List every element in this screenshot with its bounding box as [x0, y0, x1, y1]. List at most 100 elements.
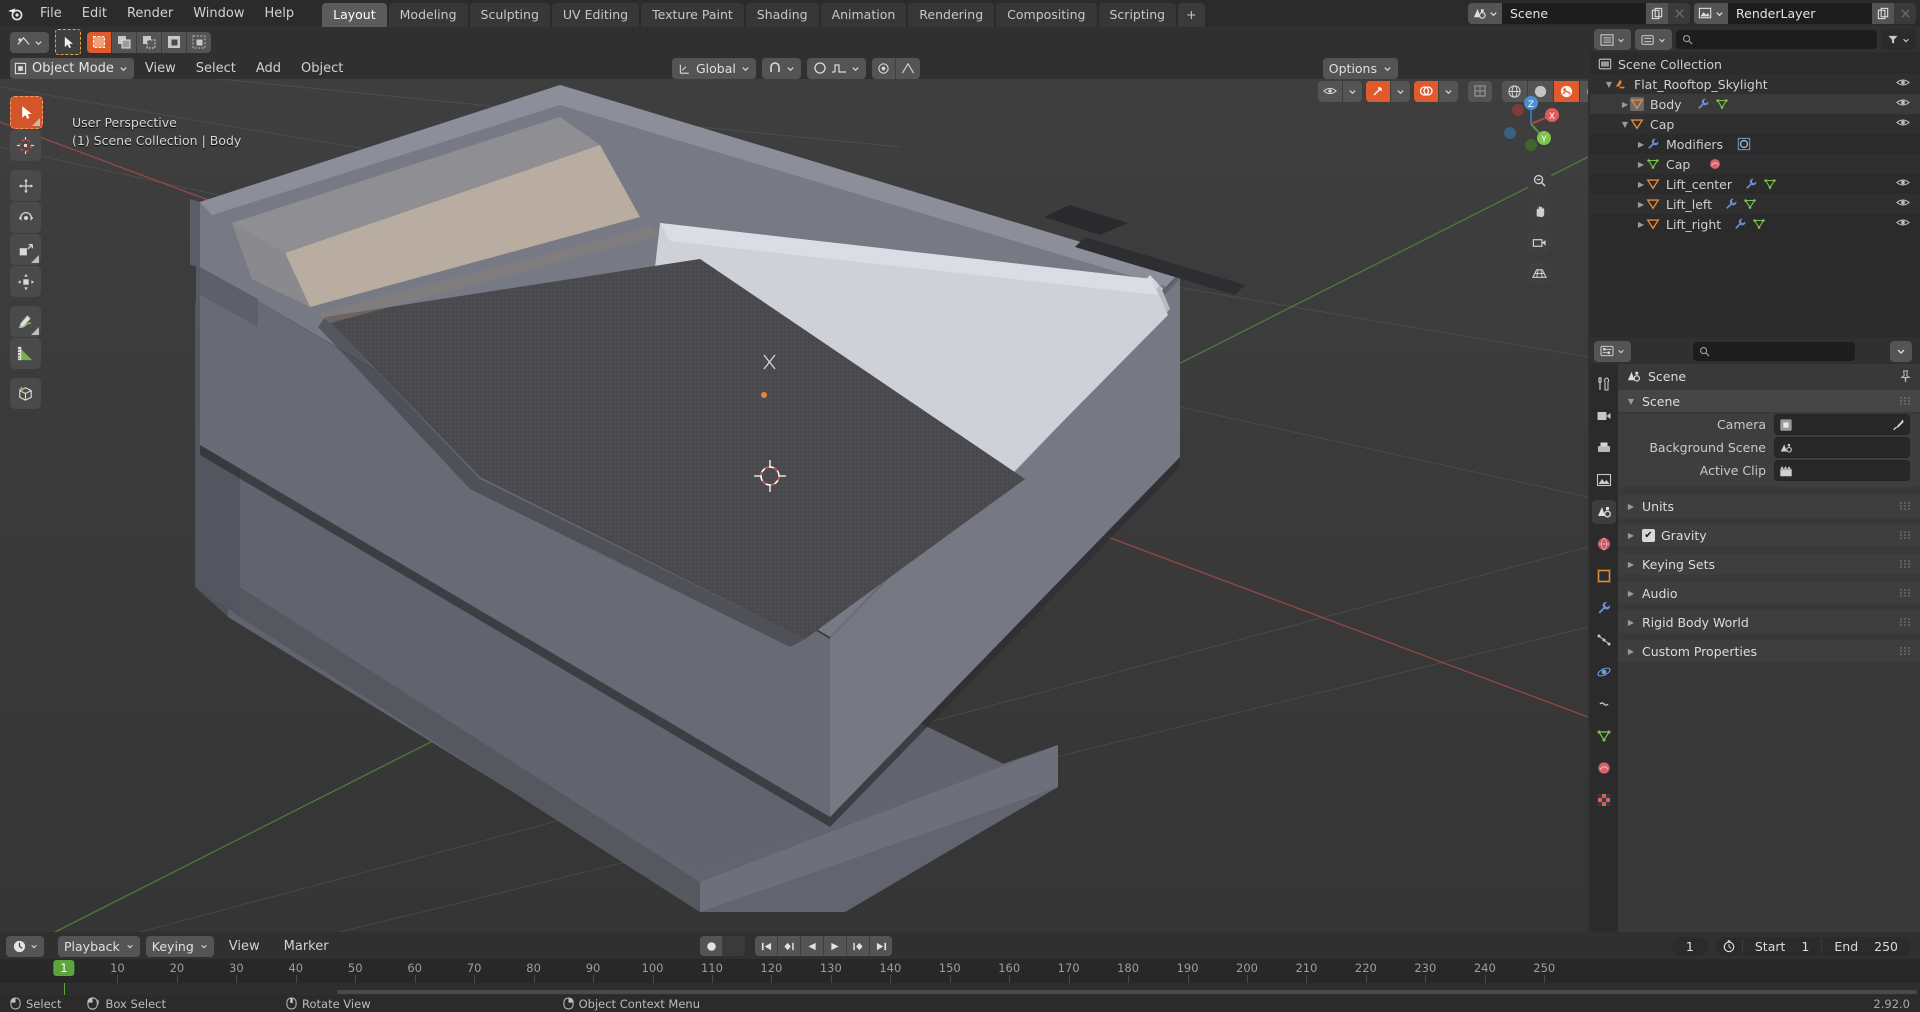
- camera-field[interactable]: [1774, 414, 1910, 435]
- add-workspace-button[interactable]: +: [1178, 3, 1205, 28]
- expander-right-icon[interactable]: ▶: [1626, 560, 1636, 569]
- timeline-menu-marker[interactable]: Marker: [275, 937, 338, 956]
- menu-window[interactable]: Window: [183, 3, 254, 24]
- select-extend-button[interactable]: [112, 31, 137, 53]
- navigation-gizmo[interactable]: Z X Y: [1496, 89, 1566, 159]
- tab-object[interactable]: [1592, 564, 1616, 588]
- viewlayer-browse-button[interactable]: [1694, 2, 1728, 24]
- expander-right-icon[interactable]: ▶: [1636, 220, 1646, 229]
- outliner-row-flat-rooftop-skylight[interactable]: ▼ Flat_Rooftop_Skylight: [1590, 74, 1920, 94]
- jump-to-end-button[interactable]: [870, 936, 892, 956]
- mesh-data-icon[interactable]: [1715, 97, 1729, 111]
- tool-move[interactable]: [10, 170, 41, 201]
- gizmo-toggle-button[interactable]: [1366, 80, 1391, 102]
- viewport-menu-object[interactable]: Object: [292, 59, 352, 78]
- outliner-row-lift-left[interactable]: ▶ Lift_left: [1590, 194, 1920, 214]
- expander-right-icon[interactable]: ▶: [1626, 589, 1636, 598]
- outliner-row-lift-center[interactable]: ▶ Lift_center: [1590, 174, 1920, 194]
- timeline-horizontal-scrollbar[interactable]: [337, 990, 1917, 994]
- tab-modifiers[interactable]: [1592, 596, 1616, 620]
- playback-transport[interactable]: [755, 936, 892, 956]
- visibility-selector[interactable]: [1318, 80, 1362, 102]
- use-preview-range-button[interactable]: [1716, 939, 1743, 953]
- tab-rendering[interactable]: Rendering: [908, 3, 995, 28]
- tab-data[interactable]: [1592, 724, 1616, 748]
- gravity-checkbox[interactable]: ✔: [1642, 528, 1655, 542]
- expander-down-icon[interactable]: ▼: [1604, 80, 1614, 89]
- 3d-viewport[interactable]: Object Mode View Select Add Object Globa…: [0, 27, 1588, 932]
- options-dropdown[interactable]: Options: [1322, 57, 1398, 79]
- editor-type-button[interactable]: [10, 31, 49, 53]
- expander-right-icon[interactable]: ▶: [1626, 618, 1636, 627]
- menu-help[interactable]: Help: [255, 3, 305, 24]
- new-scene-button[interactable]: [1646, 2, 1668, 24]
- tab-constraints[interactable]: [1592, 692, 1616, 716]
- overlays-toggle-button[interactable]: [1414, 80, 1439, 102]
- menu-edit[interactable]: Edit: [72, 3, 117, 24]
- tool-rotate[interactable]: [10, 202, 41, 233]
- outliner-search-input[interactable]: [1676, 30, 1877, 49]
- mesh-data-icon[interactable]: [1743, 197, 1757, 211]
- falloff-curve-button[interactable]: [896, 58, 920, 79]
- tab-modeling[interactable]: Modeling: [388, 3, 468, 28]
- tool-transform[interactable]: [10, 266, 41, 297]
- scene-browse-button[interactable]: [1468, 2, 1502, 24]
- transform-orientation-selector[interactable]: Global: [672, 57, 756, 79]
- active-clip-field[interactable]: [1774, 460, 1910, 481]
- visibility-eye-icon[interactable]: [1896, 197, 1910, 208]
- background-scene-field[interactable]: [1774, 437, 1910, 458]
- viewport-render[interactable]: [0, 27, 1588, 932]
- tab-uv-editing[interactable]: UV Editing: [551, 3, 640, 28]
- viewport-menu-select[interactable]: Select: [187, 59, 245, 78]
- select-invert-button[interactable]: [162, 31, 187, 53]
- visibility-dropdown[interactable]: [1343, 81, 1362, 102]
- outliner-row-cap-data[interactable]: ▶ Cap: [1590, 154, 1920, 174]
- tool-tweak-select[interactable]: [10, 96, 43, 129]
- mesh-data-icon[interactable]: [1752, 217, 1766, 231]
- snapping-selector[interactable]: [761, 57, 801, 79]
- visibility-eye-icon[interactable]: [1896, 97, 1910, 108]
- camera-view-button[interactable]: [1526, 229, 1552, 255]
- play-reverse-button[interactable]: [801, 936, 824, 956]
- outliner-row-scene-collection[interactable]: Scene Collection: [1590, 54, 1920, 74]
- viewlayer-name-field[interactable]: RenderLayer: [1728, 2, 1872, 24]
- current-frame-field[interactable]: 1: [1671, 936, 1708, 956]
- tool-annotate[interactable]: [10, 306, 41, 337]
- expander-down-icon[interactable]: ▼: [1626, 397, 1636, 406]
- outliner-editor[interactable]: Scene Collection ▼ Flat_Rooftop_Skylight…: [1590, 27, 1920, 337]
- timeline-ruler[interactable]: 10 20 30 40 50 60 70 80 90 100 110 120 130 140 150 160 1…: [0, 959, 1920, 983]
- tool-add-cube[interactable]: [10, 378, 41, 409]
- expander-right-icon[interactable]: ▶: [1636, 200, 1646, 209]
- new-viewlayer-button[interactable]: [1872, 2, 1894, 24]
- tab-material[interactable]: [1592, 756, 1616, 780]
- playback-menu[interactable]: Playback: [58, 935, 140, 957]
- timeline-menu-view[interactable]: View: [220, 937, 269, 956]
- panel-header-gravity[interactable]: ▶ ✔ Gravity: [1618, 524, 1920, 546]
- modifier-wrench-icon[interactable]: [1724, 197, 1738, 211]
- jump-next-keyframe-button[interactable]: [847, 936, 870, 956]
- modifier-wrench-icon[interactable]: [1744, 177, 1758, 191]
- expander-down-icon[interactable]: ▼: [1620, 120, 1630, 129]
- outliner-filter-button[interactable]: [1881, 29, 1916, 50]
- tab-physics[interactable]: [1592, 660, 1616, 684]
- material-icon[interactable]: [1708, 157, 1722, 171]
- select-set-button[interactable]: [87, 31, 112, 53]
- viewport-menu-add[interactable]: Add: [247, 59, 290, 78]
- tab-particles[interactable]: [1592, 628, 1616, 652]
- keying-menu[interactable]: Keying: [145, 935, 214, 957]
- tab-shading[interactable]: Shading: [745, 3, 819, 28]
- select-mode-group[interactable]: [87, 31, 211, 53]
- properties-search-input[interactable]: [1693, 341, 1855, 361]
- expander-right-icon[interactable]: ▶: [1620, 100, 1630, 109]
- mesh-data-icon[interactable]: [1763, 177, 1777, 191]
- outliner-row-cap-object[interactable]: ▼ Cap: [1590, 114, 1920, 134]
- timeline-editor[interactable]: Playback Keying View Marker 1 Start 1 En…: [0, 933, 1920, 995]
- zoom-view-button[interactable]: [1526, 167, 1552, 193]
- overlays-selector[interactable]: [1414, 80, 1458, 102]
- tab-view-layer[interactable]: [1592, 468, 1616, 492]
- overlays-dropdown[interactable]: [1439, 81, 1458, 102]
- tab-render[interactable]: [1592, 404, 1616, 428]
- visibility-eye-icon[interactable]: [1896, 77, 1910, 88]
- menu-render[interactable]: Render: [117, 3, 183, 24]
- toggle-perspective-button[interactable]: [1526, 260, 1552, 286]
